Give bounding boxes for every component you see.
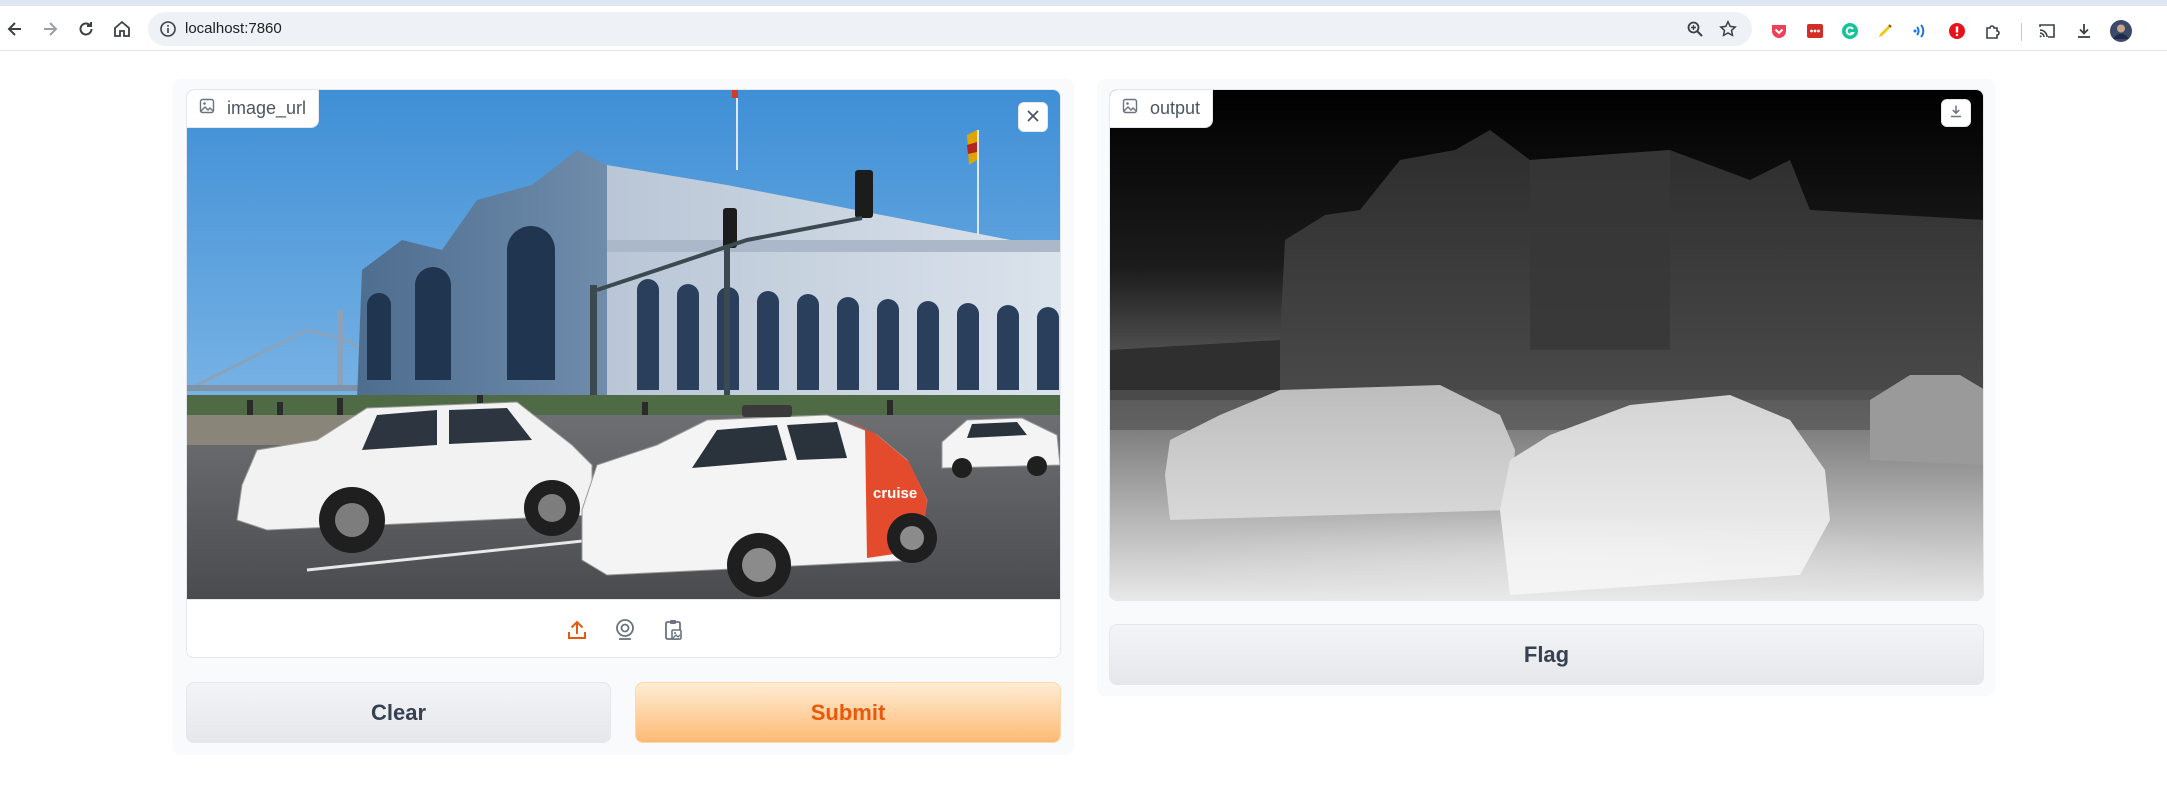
input-photo-street-scene: cruise bbox=[187, 90, 1060, 599]
back-icon[interactable] bbox=[0, 14, 30, 44]
lastpass-icon[interactable] bbox=[1805, 21, 1825, 41]
image-icon bbox=[199, 98, 215, 119]
site-info-icon[interactable] bbox=[158, 19, 178, 39]
output-depth-map bbox=[1110, 90, 1983, 600]
image-input-label-text: image_url bbox=[227, 98, 307, 118]
image-source-bar bbox=[187, 599, 1060, 657]
image-icon bbox=[1122, 98, 1138, 119]
downloads-icon[interactable] bbox=[2074, 21, 2094, 41]
cast-icon[interactable] bbox=[2037, 21, 2057, 41]
pocket-icon[interactable] bbox=[1769, 21, 1789, 41]
adblock-icon[interactable] bbox=[1947, 21, 1967, 41]
image-input-block[interactable]: image_url cruise bbox=[186, 89, 1061, 658]
toolbar-divider bbox=[2021, 23, 2022, 41]
grammarly-icon[interactable] bbox=[1840, 21, 1860, 41]
upload-icon[interactable] bbox=[561, 614, 593, 646]
forward-icon[interactable] bbox=[35, 14, 65, 44]
address-bar-url: localhost:7860 bbox=[185, 20, 282, 37]
submit-button[interactable]: Submit bbox=[635, 682, 1061, 743]
image-output-label-text: output bbox=[1150, 98, 1201, 118]
zoom-icon[interactable] bbox=[1685, 19, 1705, 39]
bookmark-star-icon[interactable] bbox=[1718, 19, 1738, 39]
browser-toolbar: localhost:7860 bbox=[0, 6, 2167, 51]
image-output-block: output bbox=[1109, 89, 1984, 601]
reload-icon[interactable] bbox=[71, 14, 101, 44]
cruise-logo-text: cruise bbox=[873, 485, 917, 502]
webcam-icon[interactable] bbox=[609, 614, 641, 646]
flag-button[interactable]: Flag bbox=[1109, 624, 1984, 685]
address-bar[interactable]: localhost:7860 bbox=[148, 12, 1752, 46]
clear-button[interactable]: Clear bbox=[186, 682, 611, 743]
extensions-puzzle-icon[interactable] bbox=[1983, 21, 2003, 41]
download-icon bbox=[1949, 104, 1963, 123]
clipboard-icon[interactable] bbox=[657, 614, 689, 646]
highlighter-icon[interactable] bbox=[1875, 21, 1895, 41]
image-output-label: output bbox=[1110, 90, 1214, 128]
wave-icon[interactable] bbox=[1911, 21, 1931, 41]
clear-image-button[interactable] bbox=[1018, 102, 1048, 132]
home-icon[interactable] bbox=[107, 14, 137, 44]
close-icon bbox=[1026, 106, 1040, 129]
download-button[interactable] bbox=[1941, 99, 1971, 127]
image-input-label: image_url bbox=[187, 90, 320, 128]
profile-avatar[interactable] bbox=[2110, 20, 2132, 42]
